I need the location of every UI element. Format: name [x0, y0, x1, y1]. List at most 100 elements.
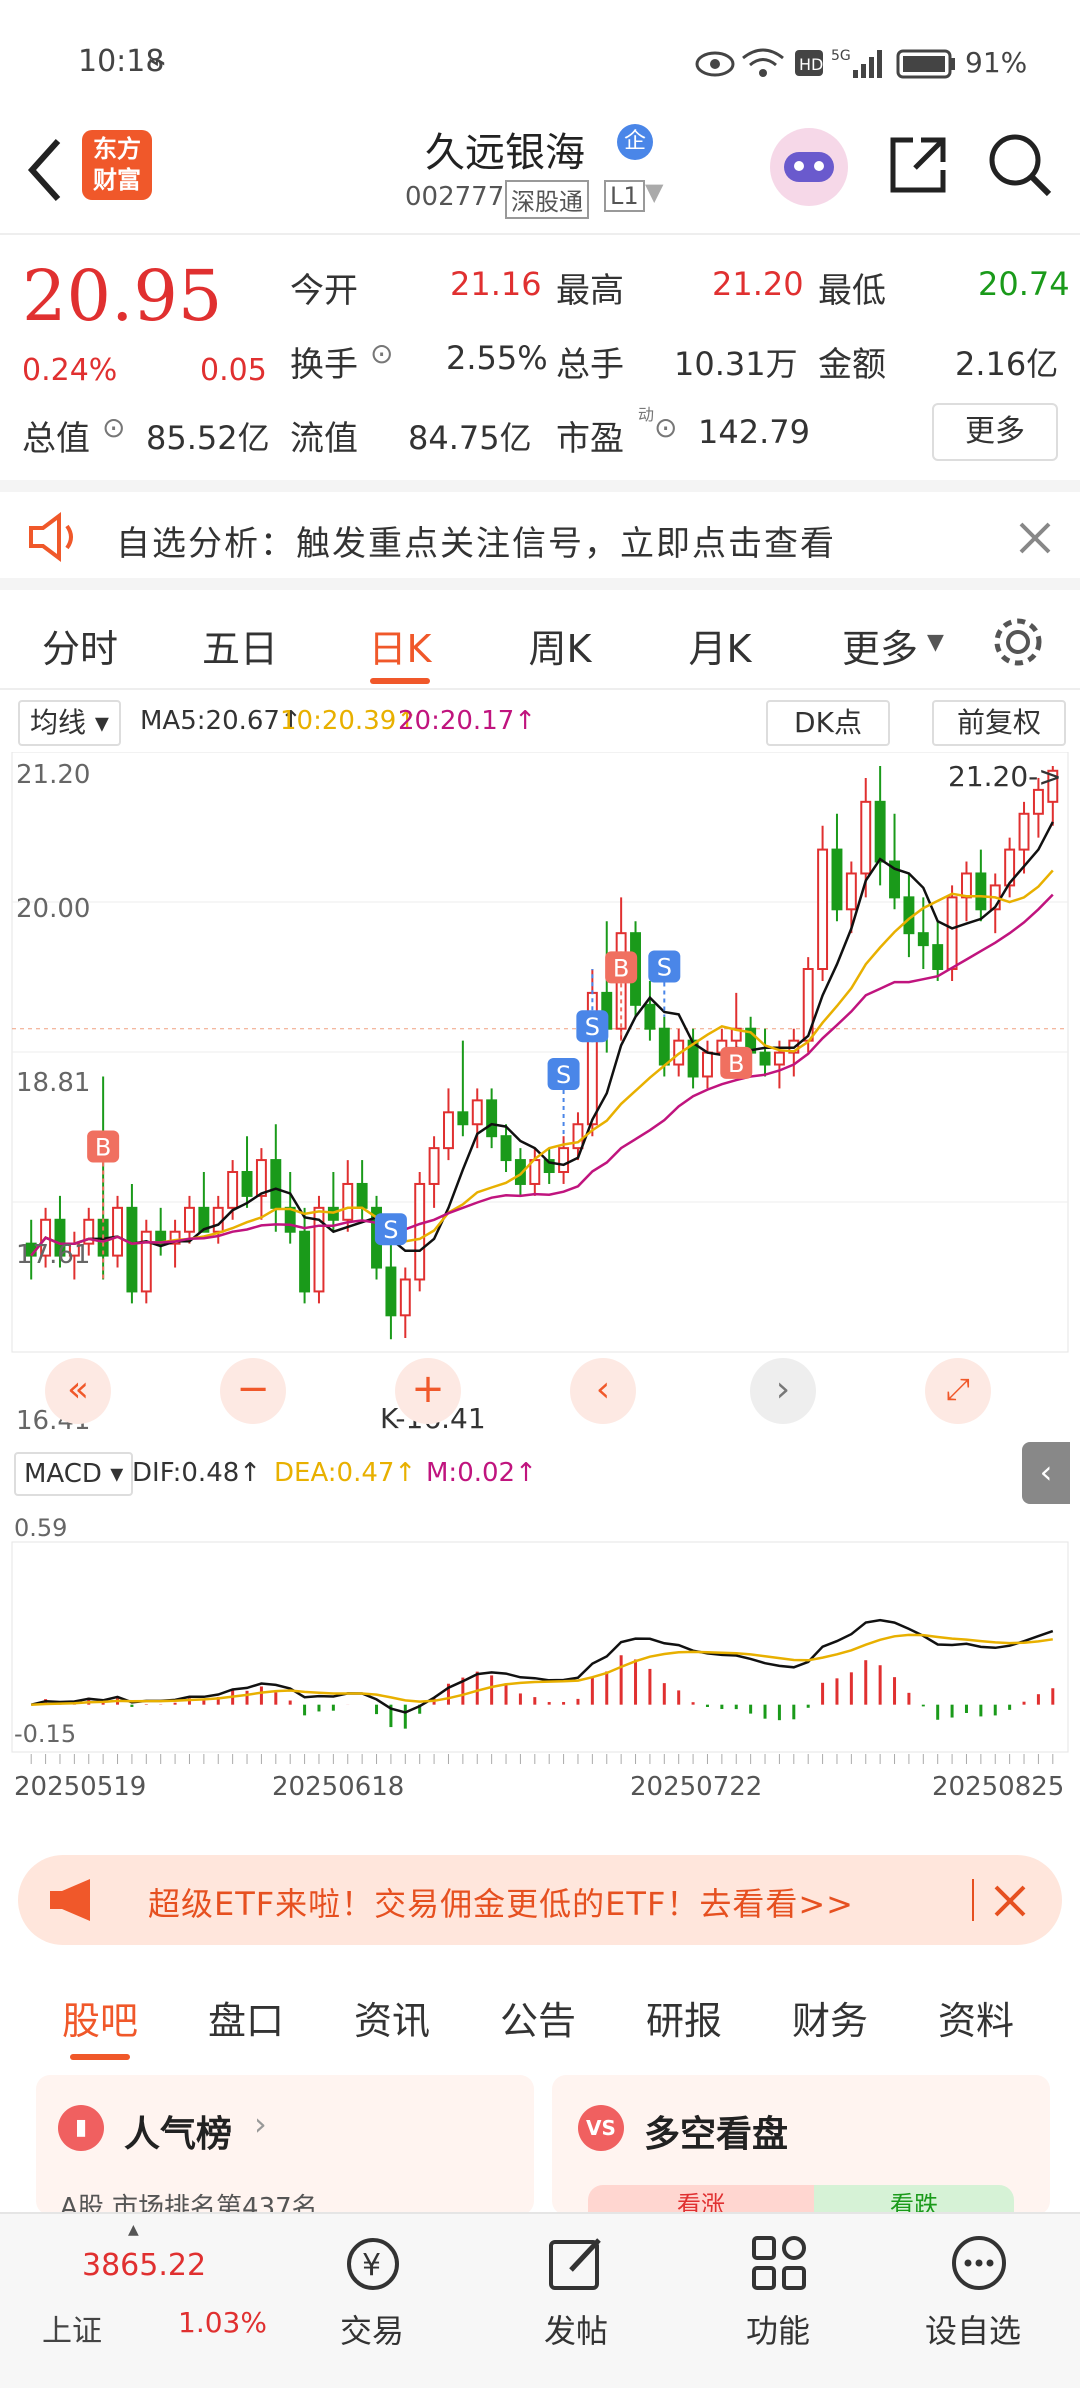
ma20-value: 20:20.17↑: [398, 706, 537, 736]
assistant-robot-icon[interactable]: [770, 128, 848, 206]
candle-body: [946, 896, 958, 971]
post-icon[interactable]: [545, 2232, 607, 2294]
macd-selector-label: MACD: [24, 1459, 102, 1489]
gear-icon[interactable]: [990, 614, 1046, 670]
index-name[interactable]: 上证: [42, 2306, 102, 2350]
trade-icon[interactable]: ¥: [340, 2234, 406, 2294]
battery-level: 91%: [965, 46, 1028, 79]
svg-text:HD: HD: [799, 55, 823, 74]
bearish-button[interactable]: 看跌: [814, 2185, 1014, 2219]
candle-body: [817, 848, 829, 971]
function-grid-icon[interactable]: [748, 2232, 810, 2294]
date-axis-label: 20250519: [14, 1772, 147, 1802]
hd-call-icon: ⌁: [148, 44, 167, 79]
tab-forum[interactable]: 股吧: [40, 1990, 160, 2045]
sell-signal-label: S: [657, 953, 672, 981]
candlestick-chart[interactable]: BSSSB SB: [0, 752, 1080, 1840]
candle-body: [399, 1278, 411, 1317]
info-icon[interactable]: ⊙: [102, 411, 125, 444]
wifi-icon: [742, 48, 784, 77]
index-change[interactable]: 1.03%: [178, 2306, 267, 2339]
nav-function[interactable]: 功能: [746, 2306, 810, 2352]
macd-axis-label: -0.15: [14, 1720, 77, 1748]
candle-body: [932, 944, 944, 971]
candle-body: [658, 1027, 670, 1066]
tab-daily-k[interactable]: 日K: [340, 618, 460, 673]
candle-body: [342, 1182, 354, 1221]
prev-button[interactable]: ‹: [570, 1358, 636, 1424]
popularity-card[interactable]: ▮ 人气榜 › A股 市场排名第437名: [36, 2075, 534, 2223]
status-bar: 10:18 ⌁ HD 5G 91%: [0, 0, 1080, 120]
share-icon[interactable]: [885, 132, 951, 198]
tab-announcements[interactable]: 公告: [478, 1990, 598, 2045]
nav-watchlist[interactable]: 设自选: [925, 2306, 1021, 2352]
ma-selector[interactable]: 均线 ▾: [18, 700, 121, 746]
divider: [972, 1879, 974, 1921]
stock-name[interactable]: 久远银海: [425, 120, 585, 178]
megaphone-icon: [50, 1879, 90, 1921]
notice-bar[interactable]: 自选分析：触发重点关注信号，立即点击查看: [0, 480, 1080, 590]
close-icon[interactable]: [1015, 518, 1055, 558]
bullish-button[interactable]: 看涨: [588, 2185, 814, 2219]
signal-icon: [853, 50, 882, 78]
chevron-right-icon: ›: [254, 2105, 267, 2143]
mcap-label: 总值: [22, 419, 90, 459]
tab-five-day[interactable]: 五日: [180, 618, 300, 673]
info-icon[interactable]: ⊙: [654, 411, 677, 444]
more-button[interactable]: 更多: [932, 403, 1058, 461]
tab-more[interactable]: 更多: [820, 618, 940, 673]
close-icon[interactable]: [990, 1881, 1030, 1921]
candle-body: [874, 800, 886, 863]
market-tag: 深股通: [505, 180, 589, 219]
tab-news[interactable]: 资讯: [332, 1990, 452, 2045]
index-value[interactable]: 3865.22: [82, 2248, 206, 2283]
next-button[interactable]: ›: [750, 1358, 816, 1424]
tab-research[interactable]: 研报: [624, 1990, 744, 2045]
banner-text: 超级ETF来啦！交易佣金更低的ETF！去看看>>: [148, 1885, 854, 1923]
candle-body: [471, 1099, 483, 1126]
etf-promo-banner[interactable]: 超级ETF来啦！交易佣金更低的ETF！去看看>>: [18, 1855, 1062, 1945]
kline-tabs: 分时 五日 日K 周K 月K 更多 ▼: [0, 590, 1080, 690]
more-dots-icon[interactable]: [948, 2232, 1010, 2294]
search-icon[interactable]: [985, 130, 1055, 200]
candle-body: [500, 1135, 512, 1162]
date-axis-label: 20250722: [630, 1772, 763, 1802]
back-icon[interactable]: [22, 135, 66, 205]
nav-post[interactable]: 发帖: [544, 2306, 608, 2352]
nav-trade[interactable]: 交易: [340, 2306, 404, 2352]
tab-profile[interactable]: 资料: [916, 1990, 1036, 2045]
zoom-in-button[interactable]: +: [395, 1358, 461, 1424]
chevron-down-icon[interactable]: ▼: [645, 178, 663, 206]
amount-label: 金额: [818, 345, 886, 385]
tab-intraday[interactable]: 分时: [20, 618, 140, 673]
adjust-button[interactable]: 前复权: [932, 700, 1066, 746]
high-marker: 21.20->: [948, 760, 1062, 793]
app-logo[interactable]: 东方 财富: [82, 130, 152, 200]
tab-order-book[interactable]: 盘口: [186, 1990, 306, 2045]
rewind-button[interactable]: «: [45, 1358, 111, 1424]
tab-weekly-k[interactable]: 周K: [500, 618, 620, 673]
candle-body: [227, 1171, 239, 1209]
volume-label: 总手: [556, 345, 624, 385]
stock-header: 东方 财富 久远银海 企 002777 深股通 L1 ▼: [0, 110, 1080, 235]
dk-point-button[interactable]: DK点: [766, 700, 890, 746]
candle-body: [112, 1206, 123, 1257]
dif-line: [30, 1618, 1054, 1714]
tab-financials[interactable]: 财务: [770, 1990, 890, 2045]
sell-signal-label: S: [383, 1216, 398, 1244]
card-title: 人气榜: [124, 2114, 233, 2155]
candle-body: [917, 932, 929, 947]
collapse-tab-icon[interactable]: ‹: [1022, 1442, 1070, 1504]
low-label: 最低: [818, 271, 886, 311]
expand-icon[interactable]: ⤢: [925, 1358, 991, 1424]
bull-bear-card[interactable]: VS 多空看盘 看涨 看跌: [552, 2075, 1050, 2219]
candle-body: [428, 1147, 440, 1185]
candle-body: [975, 872, 987, 911]
candle-body: [270, 1159, 282, 1209]
macd-selector[interactable]: MACD ▾: [14, 1452, 134, 1496]
zoom-out-button[interactable]: −: [220, 1358, 286, 1424]
info-icon[interactable]: ⊙: [370, 337, 393, 370]
candle-body: [558, 1147, 570, 1174]
candle-body: [1032, 788, 1044, 815]
tab-monthly-k[interactable]: 月K: [660, 618, 780, 673]
